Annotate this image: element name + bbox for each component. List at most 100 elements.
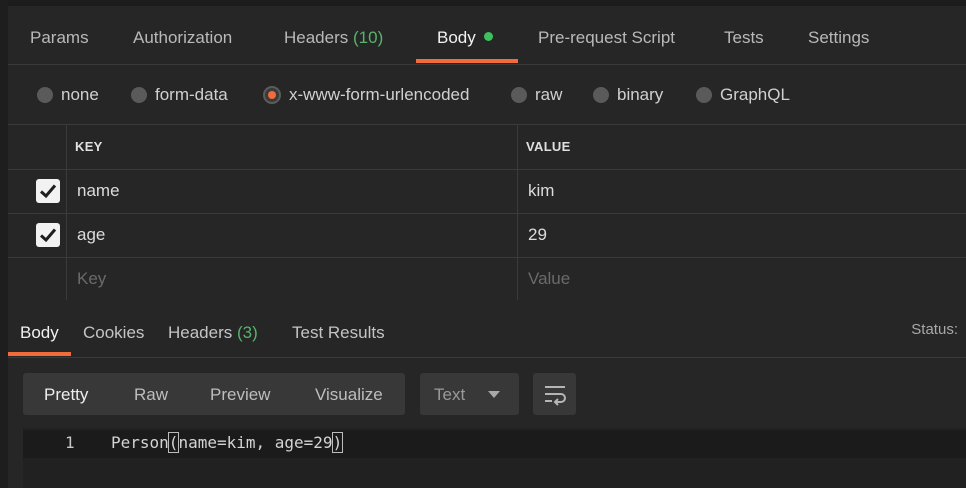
tab-headers[interactable]: Headers (10): [284, 8, 383, 64]
radio-circle-icon: [37, 87, 53, 103]
line-number: 1: [65, 433, 75, 452]
tab-settings[interactable]: Settings: [808, 8, 869, 64]
tab-label: Test Results: [292, 323, 385, 342]
checkmark-icon: [39, 228, 57, 243]
view-label: Raw: [134, 385, 169, 404]
tab-label: Tests: [724, 28, 764, 47]
tab-label: Body: [20, 323, 59, 342]
tab-label: Cookies: [83, 323, 145, 342]
body-type-selector: none form-data x-www-form-urlencoded raw…: [8, 66, 966, 124]
checkbox-cell: [8, 257, 67, 301]
response-tab-test-results[interactable]: Test Results: [292, 300, 385, 357]
format-select[interactable]: Text: [420, 373, 519, 415]
row-enabled-checkbox[interactable]: [36, 179, 60, 203]
format-selected-value: Text: [434, 385, 466, 404]
key-header-cell: KEY: [67, 125, 518, 169]
key-input[interactable]: age: [67, 213, 518, 257]
code-line: 1 Person(name=kim, age=29): [23, 430, 966, 458]
table-row-new: Key Value: [8, 257, 966, 302]
body-modified-dot-icon: [483, 32, 493, 41]
radio-graphql[interactable]: GraphQL: [696, 66, 790, 124]
radio-circle-icon: [511, 87, 527, 103]
status-label: Status:: [911, 321, 958, 338]
value-input[interactable]: kim: [518, 169, 966, 213]
response-body-editor[interactable]: 1 Person(name=kim, age=29): [23, 428, 966, 488]
tab-tests[interactable]: Tests: [724, 8, 764, 64]
tab-authorization[interactable]: Authorization: [133, 8, 232, 64]
view-pretty-button[interactable]: Pretty: [44, 373, 88, 415]
table-row: name kim: [8, 169, 966, 214]
tab-label: Pre-request Script: [538, 28, 675, 47]
new-value-input[interactable]: Value: [518, 257, 966, 301]
radio-label: x-www-form-urlencoded: [289, 85, 470, 104]
tab-label: Settings: [808, 28, 870, 47]
radio-circle-icon: [696, 87, 712, 103]
key-placeholder: Key: [77, 269, 107, 288]
active-tab-indicator: [416, 59, 518, 63]
checkbox-cell: [8, 213, 67, 257]
view-label: Preview: [210, 385, 271, 404]
value-text: kim: [528, 181, 555, 200]
tab-label: Params: [30, 28, 89, 47]
request-tab-bar: Params Authorization Headers (10) Body P…: [8, 8, 966, 65]
radio-circle-icon: [593, 87, 609, 103]
tab-label: Authorization: [133, 28, 233, 47]
tab-body[interactable]: Body: [437, 8, 493, 64]
active-response-tab-indicator: [8, 352, 71, 356]
view-visualize-button[interactable]: Visualize: [315, 373, 383, 415]
response-tab-cookies[interactable]: Cookies: [83, 300, 144, 357]
chevron-down-icon: [488, 391, 500, 398]
response-tab-headers[interactable]: Headers (3): [168, 300, 258, 357]
view-preview-button[interactable]: Preview: [210, 373, 270, 415]
key-input[interactable]: name: [67, 169, 518, 213]
new-key-input[interactable]: Key: [67, 257, 518, 301]
radio-binary[interactable]: binary: [593, 66, 663, 124]
radio-label: none: [61, 85, 99, 104]
response-tab-body[interactable]: Body: [20, 300, 59, 357]
view-raw-button[interactable]: Raw: [134, 373, 168, 415]
radio-label: binary: [617, 85, 664, 104]
row-enabled-checkbox[interactable]: [36, 223, 60, 247]
matched-bracket-close: ): [331, 432, 344, 453]
radio-selected-icon: [263, 86, 281, 104]
tab-pre-request-script[interactable]: Pre-request Script: [538, 8, 675, 64]
radio-form-data[interactable]: form-data: [131, 66, 228, 124]
checkbox-cell: [8, 169, 67, 213]
tab-label: Body: [437, 28, 476, 47]
key-text: age: [77, 225, 106, 244]
tab-label: Headers: [168, 323, 233, 342]
radio-x-www-form-urlencoded[interactable]: x-www-form-urlencoded: [263, 66, 469, 124]
response-headers-count-badge: (3): [237, 323, 258, 342]
value-input[interactable]: 29: [518, 213, 966, 257]
view-mode-group: Pretty Raw Preview Visualize: [23, 373, 405, 415]
code-args: name=kim, age=29: [178, 433, 333, 452]
value-column-header: VALUE: [526, 139, 571, 154]
matched-bracket-open: (: [167, 432, 180, 453]
tab-params[interactable]: Params: [30, 8, 89, 64]
radio-label: GraphQL: [720, 85, 790, 104]
radio-label: form-data: [155, 85, 228, 104]
value-text: 29: [528, 225, 547, 244]
key-column-header: KEY: [75, 139, 103, 154]
headers-count-badge: (10): [353, 28, 384, 47]
radio-none[interactable]: none: [37, 66, 99, 124]
radio-circle-icon: [131, 87, 147, 103]
key-text: name: [77, 181, 120, 200]
tab-label: Headers: [284, 28, 349, 47]
table-row: age 29: [8, 213, 966, 258]
checkbox-header-cell: [8, 125, 67, 169]
table-header-row: KEY VALUE: [8, 125, 966, 170]
code-class-name: Person: [111, 433, 169, 452]
checkmark-icon: [39, 184, 57, 199]
code-text: Person(name=kim, age=29): [111, 432, 344, 453]
radio-raw[interactable]: raw: [511, 66, 562, 124]
radio-label: raw: [535, 85, 563, 104]
view-label: Pretty: [44, 385, 89, 404]
wrap-lines-icon: [545, 386, 566, 406]
value-header-cell: VALUE: [518, 125, 966, 169]
view-label: Visualize: [315, 385, 383, 404]
wrap-lines-button[interactable]: [533, 373, 576, 415]
key-value-table: KEY VALUE name kim age 29 Key Value: [8, 124, 966, 302]
value-placeholder: Value: [528, 269, 571, 288]
response-tab-bar: Body Cookies Headers (3) Test Results St…: [8, 300, 966, 358]
